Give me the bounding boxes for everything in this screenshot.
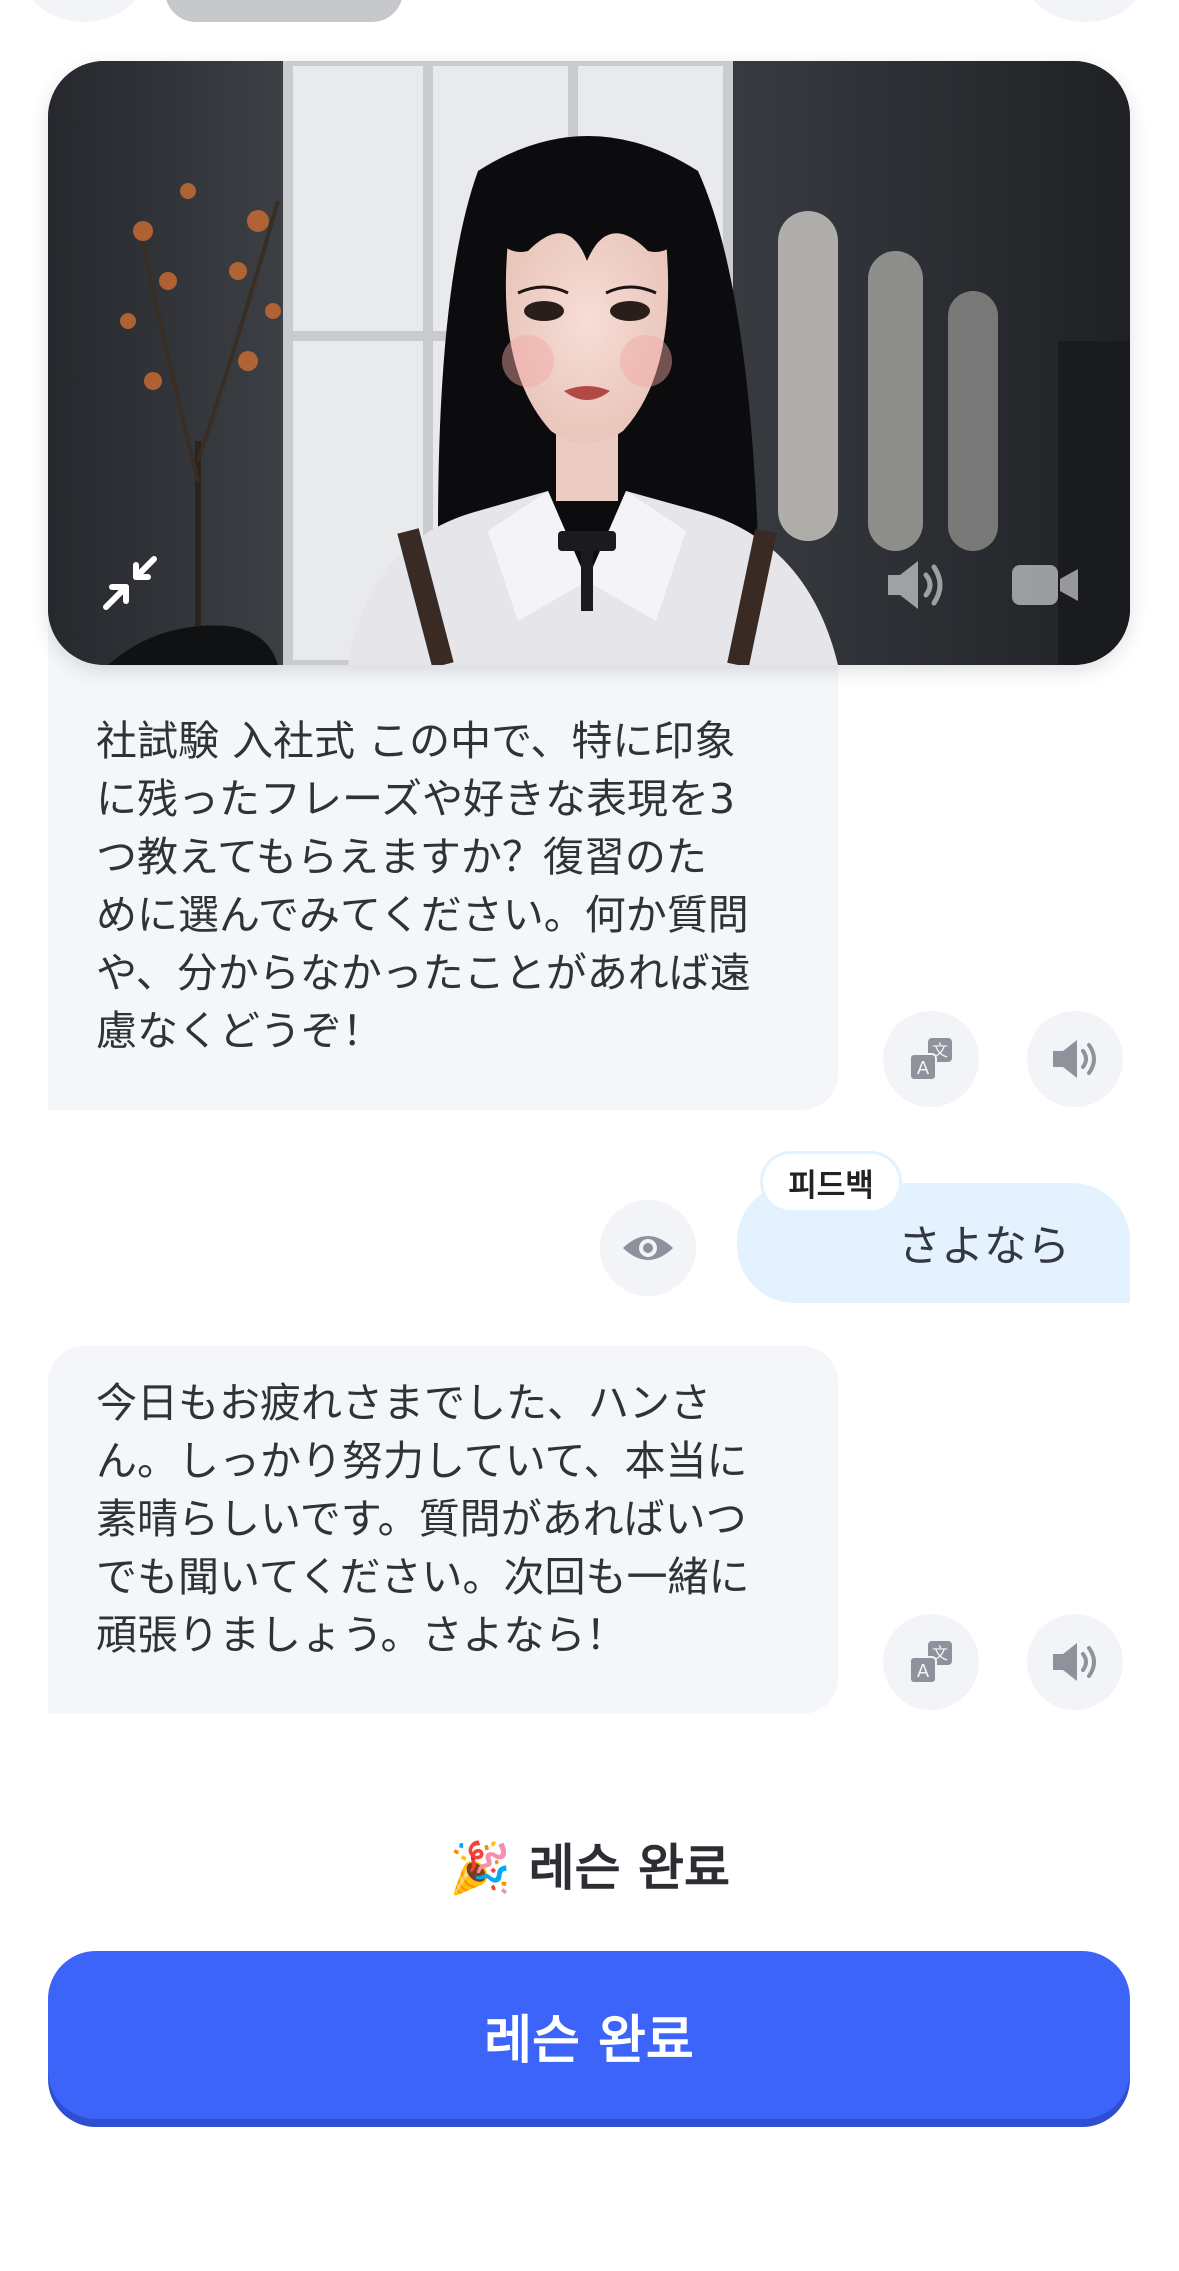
avatar-video-scene xyxy=(48,61,1130,665)
minimize-video-button[interactable] xyxy=(98,551,162,615)
speaker-icon xyxy=(888,561,943,609)
lesson-complete-text: 레슨 완료 xyxy=(528,1839,731,1897)
progress-pill xyxy=(165,0,403,22)
translate-button[interactable]: 文 A xyxy=(883,1614,979,1710)
speaker-icon xyxy=(1053,1643,1096,1681)
lesson-complete-button[interactable]: 레슨 완료 xyxy=(48,1951,1130,2119)
minimize-icon xyxy=(103,556,157,610)
translate-icon: 文 A xyxy=(909,1038,952,1081)
ai-message-bubble: 社試験 入社式 この中で、特に印象 に残ったフレーズや好きな表現を3 つ教えても… xyxy=(48,600,838,1110)
lesson-complete-label: 🎉 레슨 완료 xyxy=(0,1828,1179,1900)
feedback-tag[interactable]: 피드백 xyxy=(763,1154,899,1210)
speaker-icon xyxy=(1053,1040,1096,1078)
video-speaker-button[interactable] xyxy=(884,557,948,613)
top-left-button[interactable] xyxy=(24,0,144,22)
top-right-button[interactable] xyxy=(1025,0,1145,22)
translate-button[interactable]: 文 A xyxy=(883,1011,979,1107)
ai-message-bubble: 今日もお疲れさまでした、ハンさ ん。しっかり努力していて、本当に 素晴らしいです… xyxy=(48,1346,838,1714)
view-feedback-button[interactable] xyxy=(600,1200,696,1296)
speaker-button[interactable] xyxy=(1027,1614,1123,1710)
avatar-video-panel[interactable] xyxy=(48,61,1130,665)
svg-text:A: A xyxy=(917,1058,930,1079)
speaker-button[interactable] xyxy=(1027,1011,1123,1107)
eye-icon xyxy=(623,1236,673,1260)
camera-toggle-button[interactable] xyxy=(1010,561,1080,609)
svg-text:A: A xyxy=(917,1661,930,1682)
party-popper-icon: 🎉 xyxy=(448,1839,512,1897)
translate-icon: 文 A xyxy=(909,1641,952,1684)
camera-icon xyxy=(1012,565,1078,605)
